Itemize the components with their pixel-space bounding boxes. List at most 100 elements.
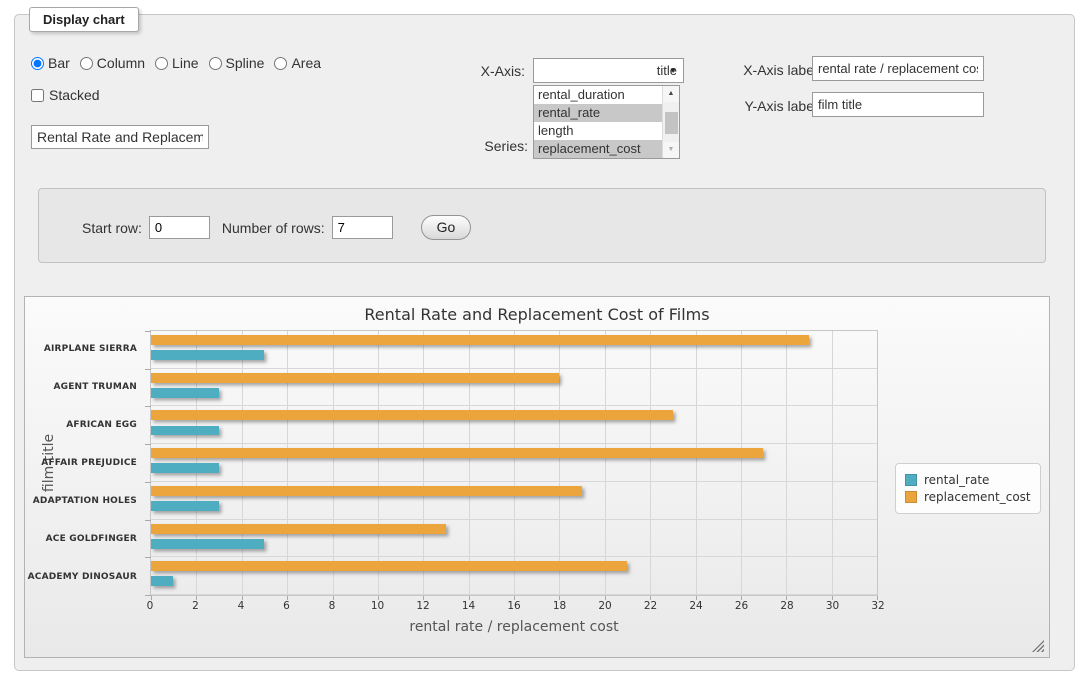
xaxis-tick-label: 28 <box>780 600 793 612</box>
bar-replacement_cost[interactable] <box>151 410 673 420</box>
chart-type-line[interactable]: Line <box>155 55 198 71</box>
xaxis-tick-label: 8 <box>329 600 336 612</box>
category-label: ADAPTATION HOLES <box>27 482 145 520</box>
xaxis-label-label: X-Axis label: <box>715 62 821 78</box>
yaxis-tick-mark <box>145 369 151 370</box>
bar-rental_rate[interactable] <box>151 350 264 360</box>
row-range-panel: Start row: Number of rows: Go <box>38 188 1046 263</box>
xaxis-tick-label: 0 <box>147 600 154 612</box>
yaxis-label-input[interactable] <box>812 92 984 117</box>
chart-title-input[interactable] <box>31 125 209 149</box>
scroll-up-icon[interactable]: ▲ <box>663 86 679 102</box>
chart-type-radio-line[interactable] <box>155 57 168 70</box>
legend-chip-icon <box>905 491 917 503</box>
bar-replacement_cost[interactable] <box>151 561 627 571</box>
num-rows-input[interactable] <box>332 216 393 239</box>
bar-replacement_cost[interactable] <box>151 448 763 458</box>
chart-type-radio-bar[interactable] <box>31 57 44 70</box>
series-option-rental_duration[interactable]: rental_duration <box>534 86 662 104</box>
chart-type-label: Area <box>291 55 321 71</box>
xaxis-tick-label: 14 <box>462 600 475 612</box>
bar-rental_rate[interactable] <box>151 388 219 398</box>
category-label: AGENT TRUMAN <box>27 368 145 406</box>
chart-type-column[interactable]: Column <box>80 55 145 71</box>
stacked-checkbox[interactable] <box>31 89 44 102</box>
bar-replacement_cost[interactable] <box>151 486 582 496</box>
series-label: Series: <box>482 138 528 154</box>
yaxis-tick-mark <box>145 331 151 332</box>
scroll-down-icon[interactable]: ▼ <box>663 142 679 158</box>
chart-category-row <box>151 331 877 369</box>
chart-type-bar[interactable]: Bar <box>31 55 70 71</box>
chart-type-label: Spline <box>226 55 265 71</box>
chart-category-row <box>151 482 877 520</box>
xaxis-select-label: X-Axis: <box>481 63 525 79</box>
stacked-option[interactable]: Stacked <box>31 87 100 103</box>
chart-type-spline[interactable]: Spline <box>209 55 265 71</box>
series-listbox[interactable]: rental_durationrental_ratelengthreplacem… <box>533 85 680 159</box>
bar-rental_rate[interactable] <box>151 501 219 511</box>
chart-category-row <box>151 557 877 595</box>
xaxis-tick-label: 22 <box>644 600 657 612</box>
bar-replacement_cost[interactable] <box>151 335 809 345</box>
resize-handle-icon[interactable] <box>1032 640 1044 652</box>
series-option-replacement_cost[interactable]: replacement_cost <box>534 140 662 158</box>
category-label: AIRPLANE SIERRA <box>27 330 145 368</box>
category-label: ACE GOLDFINGER <box>27 520 145 558</box>
yaxis-tick-mark <box>145 444 151 445</box>
category-label: AFFAIR PREJUDICE <box>27 444 145 482</box>
legend-label: replacement_cost <box>924 490 1031 504</box>
xaxis-tick-label: 6 <box>283 600 290 612</box>
xaxis-tick-label: 20 <box>598 600 611 612</box>
xaxis-tick-label: 18 <box>553 600 566 612</box>
scrollbar-thumb[interactable] <box>665 112 678 134</box>
legend-item-replacement_cost[interactable]: replacement_cost <box>905 490 1031 504</box>
xaxis-label-input[interactable] <box>812 56 984 81</box>
display-chart-fieldset: Display chart BarColumnLineSplineArea St… <box>14 14 1075 671</box>
chart-container: Rental Rate and Replacement Cost of Film… <box>24 296 1050 658</box>
xaxis-tick-label: 2 <box>192 600 199 612</box>
chart-type-radio-column[interactable] <box>80 57 93 70</box>
bar-rental_rate[interactable] <box>151 426 219 436</box>
start-row-input[interactable] <box>149 216 210 239</box>
bar-rental_rate[interactable] <box>151 463 219 473</box>
listbox-scrollbar[interactable]: ▲ ▼ <box>662 86 679 158</box>
xaxis-tick-label: 10 <box>371 600 384 612</box>
xaxis-tick-label: 26 <box>735 600 748 612</box>
row-range-controls: Start row: Number of rows: Go <box>82 215 471 240</box>
chart-category-row <box>151 369 877 407</box>
chart-type-radio-area[interactable] <box>274 57 287 70</box>
fieldset-legend: Display chart <box>29 7 139 32</box>
bar-rental_rate[interactable] <box>151 576 173 586</box>
bar-replacement_cost[interactable] <box>151 373 559 383</box>
chart-type-radio-spline[interactable] <box>209 57 222 70</box>
chart-xaxis-ticks: 02468101214161820222426283032 <box>150 600 878 614</box>
legend-chip-icon <box>905 474 917 486</box>
category-label: ACADEMY DINOSAUR <box>27 558 145 596</box>
bar-rental_rate[interactable] <box>151 539 264 549</box>
yaxis-tick-mark <box>145 595 151 596</box>
category-label: AFRICAN EGG <box>27 406 145 444</box>
xaxis-tick-label: 16 <box>507 600 520 612</box>
start-row-label: Start row: <box>82 220 142 236</box>
chart-category-labels: AIRPLANE SIERRAAGENT TRUMANAFRICAN EGGAF… <box>27 330 145 596</box>
legend-label: rental_rate <box>924 473 989 487</box>
series-option-length[interactable]: length <box>534 122 662 140</box>
yaxis-label-label: Y-Axis label: <box>715 98 821 114</box>
chart-type-label: Bar <box>48 55 70 71</box>
xaxis-tick-label: 30 <box>826 600 839 612</box>
series-option-rental_rate[interactable]: rental_rate <box>534 104 662 122</box>
num-rows-label: Number of rows: <box>222 220 325 236</box>
app-page: Display chart Bar Column Line Spline Area St… <box>0 0 1081 681</box>
chart-plot-area <box>150 330 878 596</box>
go-button[interactable]: Go <box>421 215 472 240</box>
chart-type-area[interactable]: Area <box>274 55 321 71</box>
bar-replacement_cost[interactable] <box>151 524 446 534</box>
yaxis-tick-mark <box>145 520 151 521</box>
xaxis-tick-label: 24 <box>689 600 702 612</box>
stacked-label: Stacked <box>49 87 100 103</box>
xaxis-tick-label: 12 <box>416 600 429 612</box>
select-dropdown-arrow-icon: ▼ <box>669 66 677 75</box>
legend-item-rental_rate[interactable]: rental_rate <box>905 473 1031 487</box>
xaxis-select[interactable]: title ▼ <box>533 58 684 83</box>
